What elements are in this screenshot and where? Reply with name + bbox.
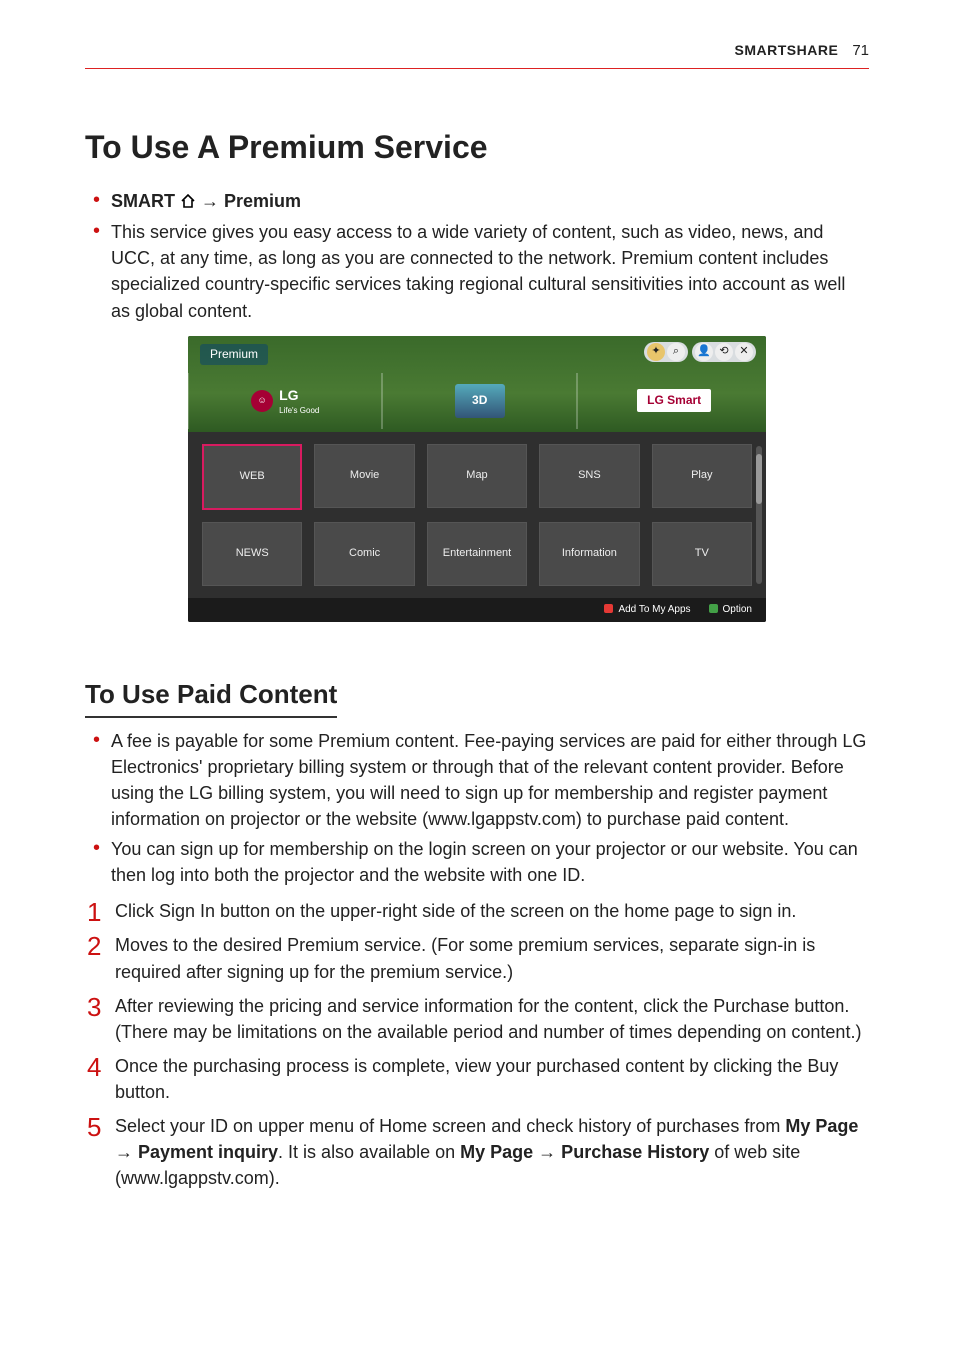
paid-bullet-1: A fee is payable for some Premium conten… [85,728,869,832]
tile-web[interactable]: WEB [202,444,302,510]
step-1: Click Sign In button on the upper-right … [85,898,869,924]
screenshot-title: Premium [200,344,268,365]
banner-smart[interactable]: LG Smart [577,373,766,429]
tile-entertainment[interactable]: Entertainment [427,522,527,586]
step-3: After reviewing the pricing and service … [85,993,869,1045]
home-icon [180,189,196,215]
footer-option[interactable]: Option [709,603,752,618]
user-icon[interactable]: 👤 [695,343,713,361]
tile-comic[interactable]: Comic [314,522,414,586]
tile-grid: WEB Movie Map SNS Play NEWS Comic Entert… [202,444,752,586]
step-4: Once the purchasing process is complete,… [85,1053,869,1105]
paid-bullet-2: You can sign up for membership on the lo… [85,836,869,888]
tile-information[interactable]: Information [539,522,639,586]
tile-play[interactable]: Play [652,444,752,508]
step-2: Moves to the desired Premium service. (F… [85,932,869,984]
tile-movie[interactable]: Movie [314,444,414,508]
browser-icon[interactable]: ✦ [647,343,665,361]
nav-target: Premium [224,191,301,211]
footer-add-apps[interactable]: Add To My Apps [604,603,690,618]
nav-smart-label: SMART [111,191,180,211]
tile-news[interactable]: NEWS [202,522,302,586]
screenshot-footer: Add To My Apps Option [188,598,766,623]
page-header: SMARTSHARE 71 [85,40,869,69]
back-icon[interactable]: ⟲ [715,343,733,361]
header-section-label: SMARTSHARE [735,40,839,60]
header-page-number: 71 [852,40,869,62]
banner-3d[interactable]: 3D [382,373,576,429]
tile-tv[interactable]: TV [652,522,752,586]
close-icon[interactable]: ✕ [735,343,753,361]
screenshot-top-icons: ✦ ⌕ 👤 ⟲ ✕ [644,342,756,362]
nav-path-bullet: SMART → Premium [85,188,869,215]
screenshot-header: Premium ✦ ⌕ 👤 ⟲ ✕ ☺ LG Life's Good [188,336,766,432]
search-icon[interactable]: ⌕ [667,343,685,361]
tile-map[interactable]: Map [427,444,527,508]
step-5: Select your ID on upper menu of Home scr… [85,1113,869,1191]
tile-sns[interactable]: SNS [539,444,639,508]
intro-bullet: This service gives you easy access to a … [85,219,869,323]
banner-lg[interactable]: ☺ LG Life's Good [188,373,382,429]
premium-screenshot: Premium ✦ ⌕ 👤 ⟲ ✕ ☺ LG Life's Good [188,336,766,623]
page-title: To Use A Premium Service [85,124,869,170]
nav-arrow: → [196,191,224,211]
grid-scrollbar[interactable] [756,446,762,584]
section-paid-content-title: To Use Paid Content [85,676,337,718]
